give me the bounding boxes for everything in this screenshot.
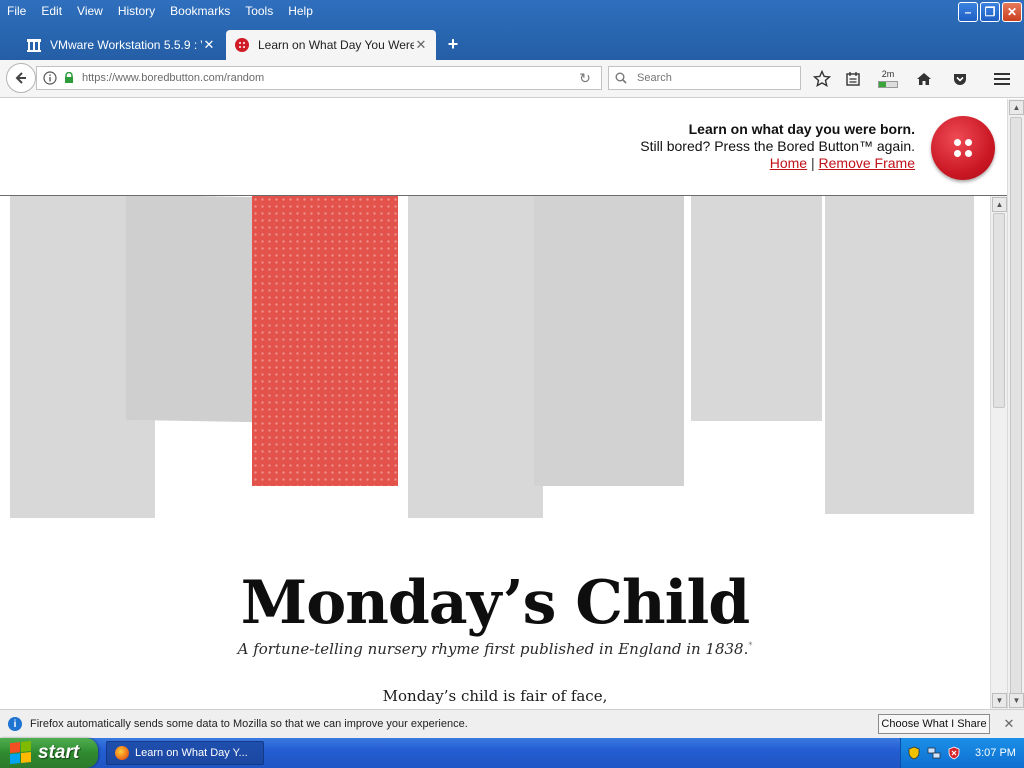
tab-title: Learn on What Day You Were...: [258, 38, 414, 52]
outer-scrollbar[interactable]: ▲ ▼: [1007, 99, 1024, 709]
tab-strip: VMware Workstation 5.5.9 : V... ✕ Learn …: [0, 28, 1024, 60]
menu-file[interactable]: File: [0, 1, 34, 21]
info-icon: i: [8, 717, 22, 731]
reading-list-icon[interactable]: [842, 68, 864, 90]
link-separator: |: [811, 155, 815, 171]
menu-history[interactable]: History: [111, 1, 163, 21]
bored-button-favicon: [234, 37, 250, 53]
weekday-ribbon-selected[interactable]: [252, 196, 398, 486]
close-notification-icon[interactable]: ✕: [1002, 716, 1016, 732]
navigation-bar: https://www.boredbutton.com/random ↻ 2m: [0, 60, 1024, 98]
inner-scrollbar[interactable]: ▲ ▼: [990, 196, 1007, 709]
taskbar-item-firefox[interactable]: Learn on What Day Y...: [106, 741, 264, 765]
tab-bored-button[interactable]: Learn on What Day You Were... ✕: [226, 30, 436, 60]
notification-message: Firefox automatically sends some data to…: [30, 718, 468, 730]
search-input[interactable]: [635, 71, 789, 85]
menu-tools[interactable]: Tools: [238, 1, 281, 21]
remove-frame-link[interactable]: Remove Frame: [819, 155, 915, 171]
scroll-down-arrow-icon[interactable]: ▼: [992, 693, 1007, 708]
menu-bar: File Edit View History Bookmarks Tools H…: [0, 0, 321, 22]
browser-titlebar: File Edit View History Bookmarks Tools H…: [0, 0, 1024, 60]
button-hole: [965, 150, 972, 157]
back-arrow-icon: [15, 72, 26, 84]
page-headline: Monday’s Child: [240, 568, 750, 638]
start-label: start: [38, 742, 80, 763]
button-hole: [954, 139, 961, 146]
footnote-mark[interactable]: *: [748, 641, 752, 650]
home-icon[interactable]: [913, 68, 935, 90]
security-shield-icon[interactable]: [907, 746, 921, 760]
new-tab-button[interactable]: +: [444, 32, 462, 56]
pocket-icon[interactable]: [949, 68, 971, 90]
tab-title: VMware Workstation 5.5.9 : V...: [50, 38, 202, 52]
windows-logo-icon: [10, 740, 32, 765]
menu-edit[interactable]: Edit: [34, 1, 70, 21]
close-window-button[interactable]: ✕: [1002, 2, 1022, 22]
scroll-down-arrow-icon[interactable]: ▼: [1009, 693, 1024, 708]
taskbar-clock[interactable]: 3:07 PM: [975, 747, 1016, 759]
page-subtitle: A fortune-telling nursery rhyme first pu…: [0, 640, 990, 658]
subtitle-text: A fortune-telling nursery rhyme first pu…: [237, 640, 749, 658]
bored-button[interactable]: [931, 116, 995, 180]
search-icon: [615, 72, 631, 84]
window-controls: – ❐ ✕: [958, 2, 1022, 22]
vmware-icon: [26, 37, 42, 53]
weekday-ribbon[interactable]: [126, 196, 262, 423]
weekday-ribbon[interactable]: [825, 196, 974, 514]
framed-site: Monday’s Child A fortune-telling nursery…: [0, 196, 990, 709]
page-viewport: Learn on what day you were born. Still b…: [0, 99, 1007, 709]
weekday-ribbon[interactable]: [408, 196, 543, 518]
header-subtitle: Still bored? Press the Bored Button™ aga…: [640, 138, 915, 154]
home-link[interactable]: Home: [770, 155, 807, 171]
reload-icon[interactable]: ↻: [575, 68, 595, 88]
scroll-thumb[interactable]: [1010, 117, 1022, 702]
windows-taskbar: start Learn on What Day Y... 3:07 PM: [0, 738, 1024, 768]
bookmark-star-icon[interactable]: [811, 68, 833, 90]
tab-vmware[interactable]: VMware Workstation 5.5.9 : V... ✕: [18, 30, 224, 60]
close-tab-icon[interactable]: ✕: [414, 37, 428, 53]
downloads-icon[interactable]: 2m: [877, 68, 899, 90]
network-icon[interactable]: [927, 746, 941, 760]
start-button[interactable]: start: [0, 738, 98, 768]
lock-icon: [62, 71, 76, 85]
minimize-button[interactable]: –: [958, 2, 978, 22]
scroll-up-arrow-icon[interactable]: ▲: [1009, 100, 1024, 115]
site-info-icon[interactable]: [42, 70, 58, 86]
search-bar[interactable]: [608, 66, 801, 90]
choose-what-i-share-button[interactable]: Choose What I Share: [878, 714, 990, 734]
bored-button-header: Learn on what day you were born. Still b…: [0, 99, 1007, 196]
hamburger-menu-icon[interactable]: [991, 68, 1013, 90]
menu-help[interactable]: Help: [281, 1, 321, 21]
weekday-ribbon[interactable]: [534, 196, 684, 486]
restore-button[interactable]: ❐: [980, 2, 1000, 22]
url-bar[interactable]: https://www.boredbutton.com/random ↻: [36, 66, 602, 90]
button-hole: [965, 139, 972, 146]
taskbar-item-label: Learn on What Day Y...: [135, 747, 248, 759]
weekday-ribbon[interactable]: [691, 196, 822, 421]
header-text-block: Learn on what day you were born. Still b…: [640, 121, 915, 172]
header-title: Learn on what day you were born.: [688, 121, 915, 137]
button-hole: [954, 150, 961, 157]
download-time-badge: 2m: [881, 69, 895, 79]
close-tab-icon[interactable]: ✕: [202, 37, 216, 53]
notification-bar: i Firefox automatically sends some data …: [0, 709, 1024, 738]
menu-bookmarks[interactable]: Bookmarks: [163, 1, 238, 21]
download-progress-bar: [878, 81, 898, 88]
menu-view[interactable]: View: [70, 1, 111, 21]
header-links: Home | Remove Frame: [640, 155, 915, 172]
firefox-icon: [115, 746, 129, 760]
scroll-up-arrow-icon[interactable]: ▲: [992, 197, 1007, 212]
back-button[interactable]: [6, 63, 36, 93]
antivirus-shield-icon[interactable]: [947, 746, 961, 760]
system-tray: 3:07 PM: [900, 738, 1024, 768]
scroll-thumb[interactable]: [993, 213, 1005, 408]
url-text[interactable]: https://www.boredbutton.com/random: [82, 72, 575, 84]
rhyme-verse-line: Monday’s child is fair of face,: [382, 687, 608, 705]
